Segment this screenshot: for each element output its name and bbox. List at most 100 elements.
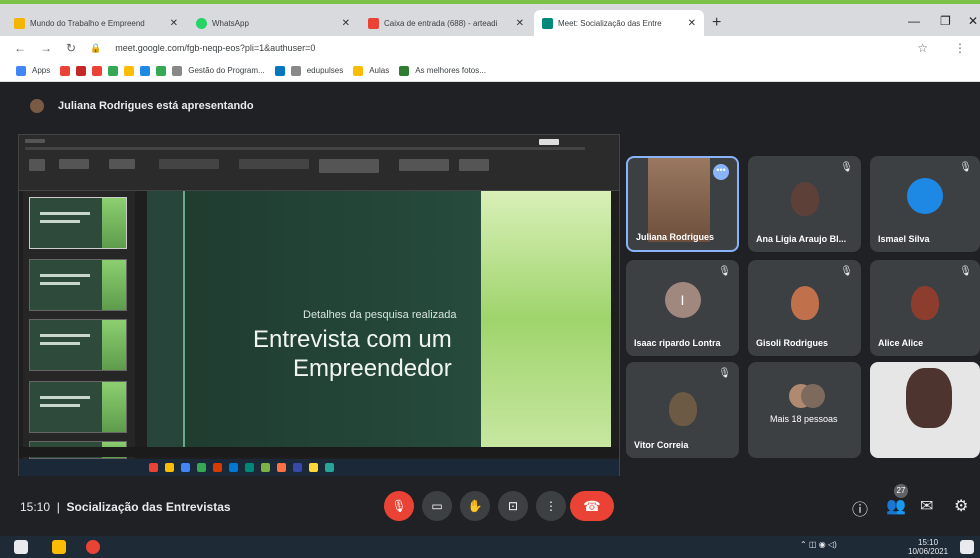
url-field[interactable]: meet.google.com/fgb-neqp-eos?pli=1&authu… [115, 43, 315, 53]
file-explorer-icon[interactable] [52, 540, 66, 554]
participant-avatar [668, 392, 697, 426]
browser-tab-bar: Mundo do Trabalho e Empreend ✕ WhatsApp ✕ … [0, 0, 980, 36]
slide-thumbnail[interactable] [29, 197, 127, 249]
tab-gmail[interactable]: Caixa de entrada (688) - arteadi ✕ [360, 10, 532, 36]
maps-icon[interactable] [108, 65, 119, 76]
youtube-icon[interactable] [76, 65, 87, 76]
bookmarks-bar: Apps Gestão do Program... edupulses Aula… [0, 60, 980, 82]
page-icon [290, 65, 301, 76]
menu-icon[interactable]: ⋮ [954, 41, 966, 55]
current-slide: Detalhes da pesquisa realizada Entrevist… [147, 191, 611, 447]
more-options-button[interactable]: ⋮ [536, 491, 566, 521]
participant-tile[interactable]: 🎙 Gisoli Rodrigues [748, 260, 861, 356]
apps-icon [16, 65, 26, 76]
back-icon[interactable]: ← [14, 41, 26, 55]
mic-off-icon: 🎙 [840, 266, 853, 277]
participant-avatar [907, 178, 943, 214]
participant-avatar [790, 182, 819, 216]
new-tab-button[interactable]: + [712, 14, 721, 32]
participant-tile-more[interactable]: Mais 18 pessoas [748, 362, 861, 458]
participant-tile[interactable]: ••• Juliana Rodrigues [626, 156, 739, 252]
photos-icon [399, 65, 410, 76]
gmail-icon [368, 17, 379, 29]
bookmark-icon [172, 65, 183, 76]
people-icon[interactable]: 👥 [886, 496, 906, 516]
close-icon[interactable]: ✕ [342, 18, 350, 29]
bookmark-edupulses[interactable]: edupulses [307, 66, 343, 75]
windows-start-icon[interactable] [14, 540, 28, 554]
participant-tile[interactable]: 🎙 Alice Alice [870, 260, 980, 356]
slide-title: Entrevista com um Empreendedor [253, 326, 452, 382]
end-call-button[interactable]: ☎ [570, 491, 614, 521]
meet-control-bar: 15:10 | Socialização das Entrevistas 🎙 ▭… [0, 476, 980, 536]
presenter-avatar [30, 99, 44, 113]
gmail-icon[interactable] [92, 65, 103, 76]
classroom-icon[interactable] [156, 65, 167, 76]
chat-icon[interactable]: ✉ [920, 496, 933, 516]
info-icon[interactable]: ⓘ [852, 496, 868, 520]
bookmark-aulas[interactable]: Aulas [369, 66, 389, 75]
slide-thumbnail[interactable] [29, 381, 127, 433]
taskbar-clock: 15:10 10/06/2021 [908, 538, 949, 556]
slide-thumbnail[interactable] [29, 259, 127, 311]
tab-favicon-icon [14, 17, 25, 29]
drive-icon [353, 65, 364, 76]
mic-off-icon: 🎙 [718, 266, 731, 277]
chrome-icon[interactable] [86, 540, 100, 554]
forward-icon[interactable]: → [40, 41, 52, 55]
self-view-tile [870, 362, 980, 458]
close-icon[interactable]: ✕ [688, 18, 696, 29]
maximize-icon[interactable]: ❐ [940, 14, 951, 28]
raise-hand-button[interactable]: ✋ [460, 491, 490, 521]
participant-photo [648, 158, 710, 242]
slide-thumbnail[interactable] [29, 319, 127, 371]
close-window-icon[interactable]: ✕ [968, 14, 978, 28]
mic-off-icon: 🎙 [959, 266, 972, 277]
activities-icon[interactable]: ⚙ [954, 496, 968, 516]
ppt-status-bar [19, 447, 619, 457]
lock-icon: 🔒 [90, 42, 102, 53]
mic-off-icon: 🎙 [959, 162, 972, 173]
presenting-label: Juliana Rodrigues está apresentando [58, 100, 254, 112]
docs-icon[interactable] [140, 65, 151, 76]
more-options-icon[interactable]: ••• [713, 164, 729, 180]
close-icon[interactable]: ✕ [516, 18, 524, 29]
meet-icon [542, 17, 553, 29]
tab-mundo[interactable]: Mundo do Trabalho e Empreend ✕ [6, 10, 186, 36]
presenting-banner: Juliana Rodrigues está apresentando [0, 82, 980, 130]
participant-tile[interactable]: 🎙 Ana Ligia Araujo Bl... [748, 156, 861, 252]
tab-meet[interactable]: Meet: Socialização das Entre ✕ [534, 10, 704, 36]
participant-tile[interactable]: 🎙 Ismael Silva [870, 156, 980, 252]
participant-avatar [800, 384, 825, 408]
present-button[interactable]: ⊡ [498, 491, 528, 521]
bookmark-apps[interactable]: Apps [32, 66, 50, 75]
camera-toggle-button[interactable]: ▭ [422, 491, 452, 521]
participant-tile[interactable]: 🎙 I Isaac ripardo Lontra [626, 260, 739, 356]
address-bar: ← → ↻ 🔒 meet.google.com/fgb-neqp-eos?pli… [0, 36, 980, 60]
linkedin-icon[interactable] [274, 65, 285, 76]
bookmark-gestao[interactable]: Gestão do Program... [188, 66, 264, 75]
whatsapp-icon [196, 17, 207, 29]
system-tray: ⌃ ◫ ◉ ◁) [800, 540, 837, 549]
drive-icon[interactable] [124, 65, 135, 76]
tab-whatsapp[interactable]: WhatsApp ✕ [188, 10, 358, 36]
minimize-icon[interactable]: — [908, 14, 920, 28]
slide-thumbnails [23, 191, 135, 459]
mic-off-icon: 🎙 [840, 162, 853, 173]
participant-tile[interactable]: 🎙 Vitor Correia [626, 362, 739, 458]
participant-avatar [790, 286, 819, 320]
participant-initial: I [664, 282, 701, 318]
windows-taskbar: ⌃ ◫ ◉ ◁) 15:10 10/06/2021 [0, 536, 980, 558]
bookmark-fotos[interactable]: As melhores fotos... [415, 66, 486, 75]
close-icon[interactable]: ✕ [170, 18, 178, 29]
people-count-badge: 27 [894, 484, 908, 498]
mic-toggle-button[interactable]: 🎙 [384, 491, 414, 521]
meeting-info: 15:10 | Socialização das Entrevistas [20, 500, 231, 514]
reload-icon[interactable]: ↻ [66, 41, 76, 55]
self-view-face [906, 368, 952, 428]
star-icon[interactable]: ☆ [917, 41, 928, 55]
powerpoint-ribbon [19, 135, 619, 191]
notification-icon[interactable] [960, 540, 974, 554]
google-icon[interactable] [60, 65, 71, 76]
mic-off-icon: 🎙 [718, 368, 731, 379]
